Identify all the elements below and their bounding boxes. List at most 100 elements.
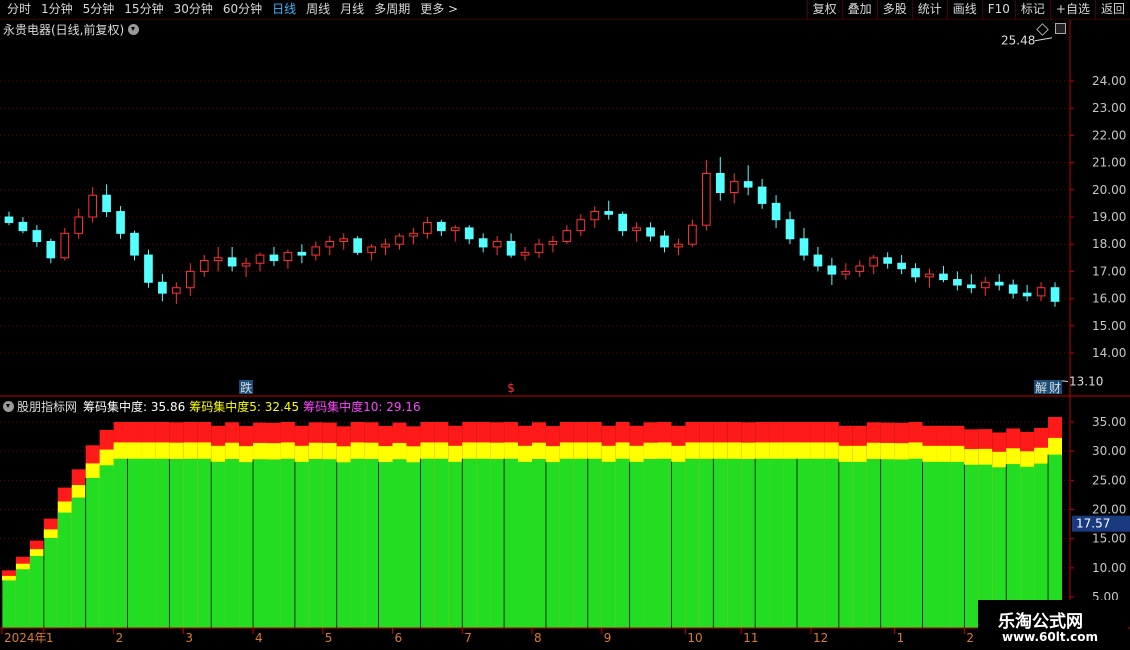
indicator-bar-green [601,461,616,628]
watermark-logo-text: 乐淘公式网 [998,612,1083,632]
period-tab-0[interactable]: 分时 [2,0,36,19]
event-marker: 跌 [240,380,252,395]
toolbar-action-0[interactable]: 复权 [806,0,842,19]
candle-body [172,287,181,294]
high-pointer [1034,37,1053,42]
indicator-y-label: 20.00 [1092,503,1126,517]
candle-body [158,281,167,294]
period-tab-10[interactable]: 更多 > [415,0,463,19]
time-label: 2 [966,631,974,645]
indicator-bar-green [294,461,309,628]
indicator-name[interactable]: 股朋指标网 [17,398,77,415]
indicator-dropdown-icon[interactable] [3,401,14,412]
period-tab-9[interactable]: 多周期 [369,0,415,19]
period-toolbar: 分时 1分钟 5分钟 15分钟 30分钟 60分钟 日线 周线 月线 多周期 更多 > 复权 叠加 多股… [0,0,1130,20]
series1-value: 筹码集中度: 35.86 [83,400,186,414]
indicator-bar-green [336,462,351,628]
toolbar-action-2[interactable]: 多股 [876,0,912,19]
diamond-icon[interactable] [1036,23,1049,36]
indicator-bar-green [615,458,630,628]
period-tab-7[interactable]: 周线 [301,0,335,19]
indicator-bar-green [824,458,839,628]
event-marker: 财 [1049,381,1061,395]
period-tab-2[interactable]: 5分钟 [78,0,120,19]
indicator-bar-green [797,458,811,628]
indicator-bar-green [155,458,170,628]
candle-body [18,221,28,232]
candle-body [241,262,251,267]
candle-body [827,265,837,275]
candle-body [325,240,335,248]
indicator-bar-green [713,458,728,628]
time-label: 3 [185,631,193,645]
indicator-bar-green [99,465,114,628]
indicator-bar-green [490,458,505,628]
candle-body [883,257,892,264]
indicator-bar-green [629,461,644,628]
candle-body [199,260,209,272]
time-label: 4 [255,631,263,645]
period-tab-5[interactable]: 60分钟 [218,0,267,19]
period-tab-3[interactable]: 15分钟 [119,0,168,19]
indicator-bar-green [392,459,407,628]
toolbar-action-4[interactable]: 画线 [946,0,982,19]
indicator-bar-green [573,458,588,628]
candlestick-series [4,157,1060,307]
indicator-bar-green [113,458,128,628]
candle-body [409,232,418,237]
indicator-bar-green [532,459,546,628]
candle-body [743,181,753,188]
period-tab-8[interactable]: 月线 [335,0,369,19]
indicator-bar-green [71,497,86,628]
panel-icons [1036,23,1066,36]
time-label: 7 [464,631,472,645]
stock-title[interactable]: 永贵电器(日线,前复权) [3,21,140,38]
candle-body [74,216,84,234]
candle-body [4,216,14,223]
period-tab-6[interactable]: 日线 [267,0,301,19]
series3-value: 筹码集中度10: 29.16 [303,400,421,414]
candle-body [1036,287,1046,297]
toolbar-action-1[interactable]: 叠加 [841,0,877,19]
candle-body [32,230,42,242]
candle-body [520,251,530,256]
indicator-bar-green [755,458,770,628]
candle-body [283,251,293,262]
indicator-bar-green [964,464,979,628]
indicator-bar-green [197,458,212,628]
toolbar-action-6[interactable]: 标记 [1014,0,1050,19]
watermark-url: www.60lt.com [1002,630,1099,644]
indicator-bar-green [280,458,295,628]
candle-body [144,254,153,283]
indicator-bar-green [769,458,784,628]
toolbar-action-5[interactable]: F10 [981,0,1015,19]
candle-body [46,240,56,259]
main-y-label: 24.00 [1092,74,1126,88]
window-pane-icon[interactable] [1055,23,1066,34]
time-label: 11 [743,631,758,645]
toolbar-action-3[interactable]: 统计 [911,0,947,19]
indicator-bar-green [699,458,714,628]
candle-body [60,232,70,259]
dropdown-circle-icon[interactable] [128,24,140,35]
candle-body [534,243,544,253]
indicator-bar-green [57,512,72,628]
indicator-bar-green [462,458,477,628]
indicator-bar-green [406,462,421,628]
candle-body [227,257,237,267]
candle-body [925,273,934,278]
indicator-y-axis: 35.0030.0025.0020.0015.0010.005.0017.57 [1070,415,1130,604]
candle-body [395,235,404,245]
indicator-bar-green [476,458,491,628]
candle-body [660,235,669,248]
period-tab-4[interactable]: 30分钟 [169,0,218,19]
chart-canvas[interactable]: 24.00 23.00 22.00 21.00 20.00 19.00 18.00 17.00… [0,0,1130,650]
toolbar-action-7[interactable]: +自选 [1049,0,1095,19]
indicator-bar-green [643,459,658,628]
indicator-bar-green [225,459,240,628]
period-tab-1[interactable]: 1分钟 [36,0,78,19]
indicator-bar-green [936,461,951,628]
candle-body [632,227,641,232]
toolbar-action-8[interactable]: 返回 [1094,0,1130,19]
candle-body [674,243,683,248]
